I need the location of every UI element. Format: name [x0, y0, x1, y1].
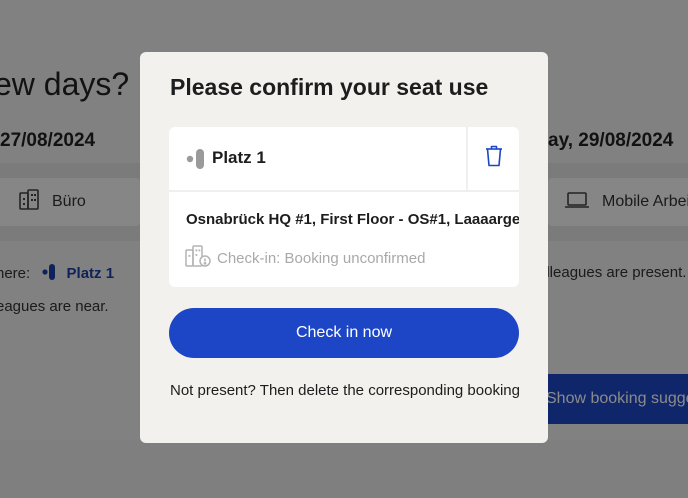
booking-card-header: Platz 1 — [169, 127, 519, 192]
check-in-now-button[interactable]: Check in now — [169, 308, 519, 358]
checkin-status-row: Check-in: Booking unconfirmed — [185, 245, 425, 272]
checkin-status-text: Check-in: Booking unconfirmed — [217, 250, 426, 267]
seat-icon — [186, 149, 206, 174]
dialog-title: Please confirm your seat use — [170, 74, 489, 100]
trash-icon — [485, 145, 503, 172]
delete-booking-hint: Not present? Then delete the correspondi… — [170, 382, 520, 399]
seat-name: Platz 1 — [212, 148, 266, 167]
delete-booking-button[interactable] — [468, 127, 519, 190]
booking-card: Platz 1 Osnabrück HQ #1, First Floor - O… — [169, 127, 519, 287]
building-info-icon — [185, 245, 211, 272]
confirm-seat-dialog: Please confirm your seat use Platz 1 Osn… — [140, 52, 548, 443]
booking-location: Osnabrück HQ #1, First Floor - OS#1, Laa… — [186, 211, 519, 228]
